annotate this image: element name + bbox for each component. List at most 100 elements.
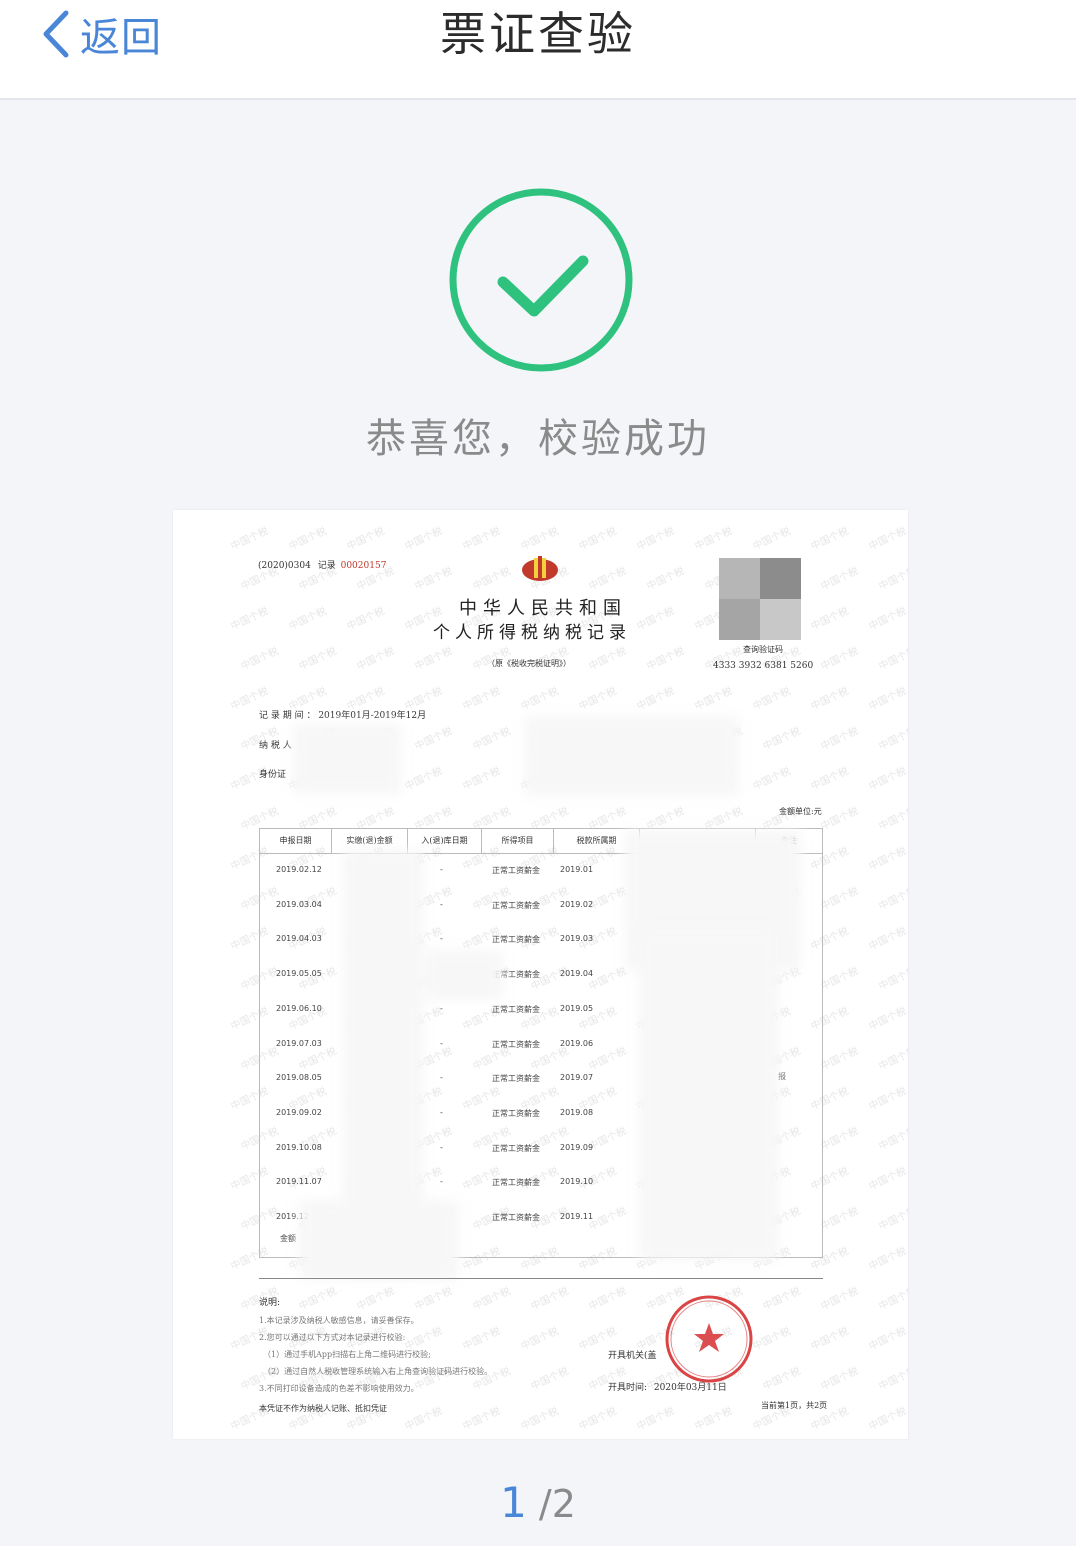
- watermark-text: 中国个税: [867, 1005, 908, 1033]
- total-label: 金额: [280, 1234, 296, 1243]
- row-tax-period: 2019.03: [560, 934, 594, 944]
- watermark-text: 中国个税: [819, 965, 861, 993]
- watermark-text: 中国个税: [877, 885, 908, 913]
- watermark-text: 中国个税: [587, 1285, 629, 1313]
- watermark-text: 中国个税: [297, 645, 339, 673]
- watermark-text: 中国个税: [413, 725, 455, 753]
- amount-unit: 金额单位:元: [779, 807, 822, 816]
- row-declare-date: 2019.06.10: [276, 1003, 322, 1013]
- watermark-text: 中国个税: [239, 645, 281, 673]
- watermark-text: 中国个税: [809, 1325, 851, 1353]
- watermark-text: 中国个税: [819, 1205, 861, 1233]
- page-title: 票证查验: [440, 7, 636, 61]
- watermark-text: 中国个税: [867, 685, 908, 713]
- watermark-text: 中国个税: [867, 765, 908, 793]
- query-code: 4333 3932 6381 5260: [713, 661, 814, 671]
- row-dash: -: [440, 934, 443, 944]
- watermark-text: 中国个税: [355, 645, 397, 673]
- watermark-text: 中国个税: [519, 525, 561, 553]
- row-tax-period: 2019.07: [560, 1073, 594, 1083]
- watermark-text: 中国个税: [287, 605, 329, 633]
- official-seal-icon: [665, 1295, 753, 1383]
- note-3: （1）通过手机App扫描右上角二维码进行校验;: [263, 1350, 431, 1359]
- row-tax-period: 2019.06: [560, 1038, 594, 1048]
- watermark-text: 中国个税: [287, 525, 329, 553]
- watermark-text: 中国个税: [471, 725, 513, 753]
- watermark-text: 中国个税: [529, 1285, 571, 1313]
- row-tax-period: 2019.02: [560, 899, 594, 909]
- watermark-text: 中国个税: [461, 1325, 503, 1353]
- watermark-text: 中国个税: [761, 1365, 803, 1393]
- document-preview[interactable]: 中国个税 中国个税 中国个税 中国个税 中国个税 中国个税 中国个税 中国个税 中国个税 中国个税…: [173, 510, 908, 1439]
- row-tax-period: 2019.09: [560, 1142, 594, 1152]
- watermark-text: 中国个税: [345, 605, 387, 633]
- row-income-item: 正常工资薪金: [492, 1004, 540, 1014]
- issue-time-label: 开具时间:: [608, 1383, 648, 1393]
- watermark-text: 中国个税: [403, 1405, 445, 1433]
- watermark-text: 中国个税: [877, 725, 908, 753]
- watermark-text: 中国个税: [297, 1285, 339, 1313]
- watermark-text: 中国个税: [229, 605, 271, 633]
- row-tax-period: 2019.10: [560, 1177, 594, 1187]
- watermark-text: 中国个税: [819, 645, 861, 673]
- watermark-text: 中国个税: [751, 1325, 793, 1353]
- current-page: 1: [500, 1478, 527, 1527]
- period-value: 2019年01月-2019年12月: [318, 711, 427, 721]
- row-income-item: 正常工资薪金: [492, 1108, 540, 1118]
- redaction-total: [299, 1200, 459, 1280]
- record-period: 记 录 期 间 ： 2019年01月-2019年12月: [259, 708, 426, 721]
- row-income-item: 正常工资薪金: [492, 1143, 540, 1153]
- page-indicator: 1 /2: [0, 1478, 1076, 1527]
- watermark-text: 中国个税: [867, 925, 908, 953]
- remark-fragment: 报: [778, 1072, 786, 1081]
- qr-code[interactable]: [719, 558, 801, 640]
- id-label: 身份证: [259, 770, 287, 780]
- watermark-text: 中国个税: [693, 525, 735, 553]
- watermark-text: 中国个税: [819, 805, 861, 833]
- document-title: 个人所得税纳税记录: [433, 623, 631, 643]
- watermark-text: 中国个税: [693, 685, 735, 713]
- watermark-text: 中国个税: [519, 685, 561, 713]
- watermark-text: 中国个税: [867, 1325, 908, 1353]
- th-income-item: 所得项目: [482, 829, 554, 853]
- watermark-text: 中国个税: [809, 765, 851, 793]
- watermark-text: 中国个税: [693, 1405, 735, 1433]
- watermark-text: 中国个税: [877, 805, 908, 833]
- row-dash: -: [440, 865, 443, 874]
- row-dash: -: [440, 899, 443, 909]
- row-income-item: 正常工资薪金: [492, 1039, 540, 1049]
- row-declare-date: 2019.02.12: [276, 865, 322, 874]
- watermark-text: 中国个税: [867, 1165, 908, 1193]
- watermark-text: 中国个税: [751, 765, 793, 793]
- watermark-text: 中国个税: [577, 1405, 619, 1433]
- note-2: 2.您可以通过以下方式对本记录进行校验:: [259, 1333, 406, 1342]
- watermark-text: 中国个税: [645, 565, 687, 593]
- watermark-text: 中国个税: [877, 1365, 908, 1393]
- row-dash: -: [440, 1177, 443, 1187]
- row-declare-date: 2019.10.08: [276, 1142, 322, 1152]
- row-income-item: 正常工资薪金: [492, 1074, 540, 1084]
- check-circle-icon: [449, 188, 633, 372]
- watermark-text: 中国个税: [819, 1045, 861, 1073]
- row-declare-date: 2019.04.03: [276, 934, 322, 944]
- success-message: 恭喜您，校验成功: [366, 416, 710, 462]
- watermark-text: 中国个税: [761, 725, 803, 753]
- redaction-column: [639, 930, 779, 1260]
- period-label: 记 录 期 间 ：: [259, 711, 316, 721]
- notes-title: 说明:: [259, 1298, 281, 1308]
- watermark-text: 中国个税: [761, 1285, 803, 1313]
- row-declare-date: 2019.11.07: [276, 1177, 322, 1187]
- watermark-text: 中国个税: [635, 525, 677, 553]
- page-info: 当前第1页，共2页: [761, 1401, 828, 1410]
- row-dash: -: [440, 1003, 443, 1013]
- watermark-text: 中国个税: [635, 1405, 677, 1433]
- watermark-text: 中国个税: [819, 1365, 861, 1393]
- watermark-text: 中国个税: [229, 525, 271, 553]
- watermark-text: 中国个税: [877, 965, 908, 993]
- row-tax-period: 2019.01: [560, 865, 594, 874]
- row-declare-date: 2019.05.05: [276, 969, 322, 979]
- watermark-text: 中国个税: [645, 645, 687, 673]
- row-dash: -: [440, 1142, 443, 1152]
- row-tax-period: 2019.05: [560, 1003, 594, 1013]
- watermark-text: 中国个税: [413, 1285, 455, 1313]
